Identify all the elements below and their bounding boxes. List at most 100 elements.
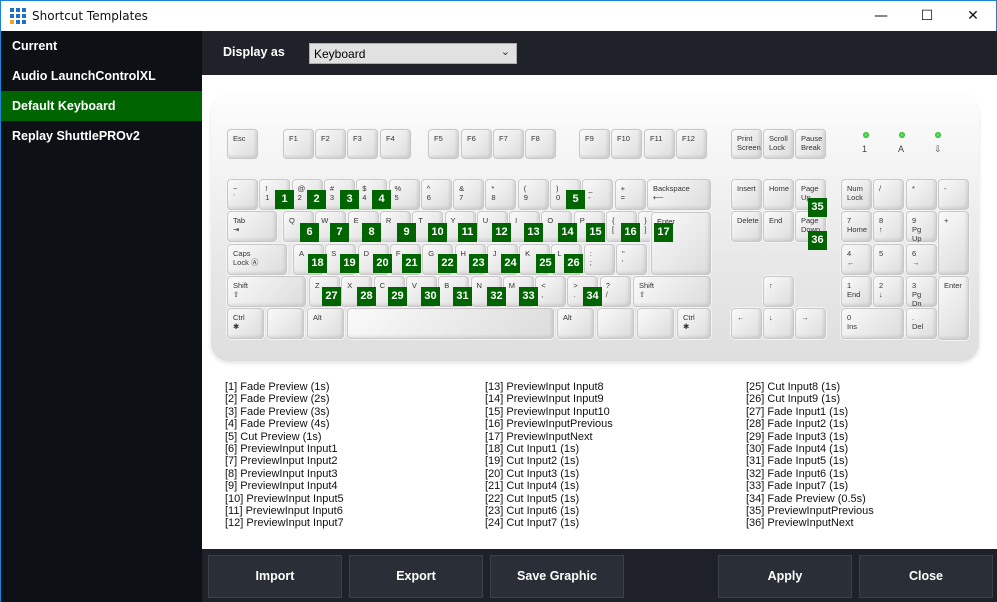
key-insert[interactable]: Insert (731, 179, 762, 210)
key-caps[interactable]: Caps Lock Ⓐ (227, 244, 287, 275)
key-home[interactable]: Home (763, 179, 794, 210)
key-label: ( (523, 184, 527, 193)
key-key[interactable] (637, 308, 674, 339)
key--[interactable]: / (873, 179, 904, 210)
key-label: Lock (769, 143, 785, 152)
key-f11[interactable]: F11 (644, 129, 675, 159)
key-delete[interactable]: Delete (731, 211, 762, 242)
key-9[interactable]: 9 Pg Up (906, 211, 937, 243)
key-f5[interactable]: F5 (428, 129, 459, 159)
key-num[interactable]: Num Lock (841, 179, 872, 210)
key-esc[interactable]: Esc (227, 129, 258, 159)
key-tab[interactable]: Tab ⇥ (227, 211, 277, 242)
key--[interactable]: + (938, 211, 969, 275)
key-print[interactable]: Print Screen (731, 129, 762, 159)
keyboard-graphic: Esc F1 F2 F3 F4 F5 F6 F7 F8 F9 F10 F11 F12 Print Scree… (211, 93, 979, 361)
shortcut-badge: 27 (322, 287, 341, 306)
key--[interactable]: ^ 6 (420, 179, 452, 210)
save-graphic-button[interactable]: Save Graphic (490, 555, 624, 598)
key-key[interactable] (347, 308, 554, 339)
key-scroll[interactable]: Scroll Lock (763, 129, 794, 159)
key-shift[interactable]: Shift ⇧ (227, 276, 306, 307)
key--[interactable]: & 7 (453, 179, 485, 210)
key--[interactable]: ? / (599, 276, 631, 307)
key--[interactable]: * 8 (485, 179, 517, 210)
indicator-icon: ⇩ (934, 144, 942, 154)
key-5[interactable]: 5 (873, 244, 904, 275)
key-ctrl[interactable]: Ctrl ✱ (227, 308, 264, 339)
key-key[interactable] (597, 308, 634, 339)
key--[interactable]: ↑ (763, 276, 794, 307)
import-button[interactable]: Import (208, 555, 342, 598)
key-label: Tab (233, 216, 246, 225)
key-alt[interactable]: Alt (307, 308, 344, 339)
key-end[interactable]: End (763, 211, 794, 242)
indicator-led (863, 132, 869, 138)
shortcut-badge: 15 (586, 223, 605, 242)
key-f10[interactable]: F10 (611, 129, 642, 159)
close-window-button[interactable]: ✕ (950, 1, 996, 31)
display-header: Display as Keyboard ⌄ (202, 31, 997, 75)
key-2[interactable]: 2 ↓ (873, 276, 904, 307)
minimize-button[interactable]: — (858, 1, 904, 31)
key--[interactable]: ~ ` (227, 179, 258, 210)
key-7[interactable]: 7 Home (841, 211, 872, 242)
key-label: % (394, 184, 402, 193)
key-0[interactable]: 0 Ins (841, 308, 904, 339)
key-enter[interactable]: Enter (938, 276, 969, 340)
key--[interactable]: (9 (517, 179, 549, 210)
key-f4[interactable]: F4 (380, 129, 411, 159)
key-label: ✱ (233, 322, 240, 331)
sidebar-item-current[interactable]: Current (1, 31, 202, 61)
key-f8[interactable]: F8 (525, 129, 556, 159)
key-3[interactable]: 3 Pg Dn (906, 276, 937, 308)
key--[interactable]: :; (583, 244, 615, 275)
key--[interactable]: _ - (582, 179, 614, 210)
indicator-led (935, 132, 941, 138)
key-f1[interactable]: F1 (283, 129, 314, 159)
key-f6[interactable]: F6 (461, 129, 492, 159)
key-ctrl[interactable]: Ctrl ✱ (677, 308, 711, 339)
close-button[interactable]: Close (859, 555, 993, 598)
sidebar-item-audio-launchcontrolxl[interactable]: Audio LaunchControlXL (1, 61, 202, 91)
key-key[interactable] (267, 308, 304, 339)
key-label: Shift (233, 281, 249, 290)
key-label: F5 (434, 134, 443, 143)
key-label: End (847, 290, 861, 299)
key--[interactable]: ↓ (763, 308, 794, 339)
key-backspace[interactable]: Backspace ⟵ (647, 179, 711, 210)
legend-item: [23] Cut Input6 (1s) (485, 504, 580, 517)
key-8[interactable]: 8 ↑ (873, 211, 904, 242)
sidebar-item-replay-shuttleprov2[interactable]: Replay ShuttlePROv2 (1, 121, 202, 151)
key--[interactable]: % 5 (388, 179, 420, 210)
key--[interactable]: - (938, 179, 969, 210)
key-f12[interactable]: F12 (676, 129, 707, 159)
key-4[interactable]: 4 ← (841, 244, 872, 275)
key-f3[interactable]: F3 (347, 129, 378, 159)
apply-button[interactable]: Apply (718, 555, 852, 598)
key-enter[interactable]: Enter↵ (651, 212, 711, 275)
key--[interactable]: ← (731, 308, 762, 339)
key-6[interactable]: 6 → (906, 244, 937, 275)
key-label: & (459, 184, 465, 193)
key-shift[interactable]: Shift ⇧ (633, 276, 711, 307)
key--[interactable]: <, (535, 276, 567, 307)
key--[interactable]: " ' (616, 244, 647, 275)
export-button[interactable]: Export (349, 555, 483, 598)
key-1[interactable]: 1 End (841, 276, 872, 307)
key--[interactable]: * (906, 179, 937, 210)
maximize-button[interactable]: ☐ (904, 1, 950, 31)
footer-bar: Import Export Save Graphic Apply Close (202, 549, 997, 602)
display-as-select[interactable]: Keyboard ⌄ (309, 43, 517, 64)
legend-item: [7] PreviewInput Input2 (225, 455, 338, 468)
key-f2[interactable]: F2 (315, 129, 346, 159)
key-label: Pg Dn (912, 290, 922, 308)
key-alt[interactable]: Alt (557, 308, 594, 339)
key-f7[interactable]: F7 (493, 129, 524, 159)
key--[interactable]: + = (614, 179, 646, 210)
key--[interactable]: . Del (906, 308, 937, 339)
key--[interactable]: → (795, 308, 826, 339)
key-f9[interactable]: F9 (579, 129, 610, 159)
key-pause[interactable]: Pause Break (795, 129, 826, 159)
sidebar-item-default-keyboard[interactable]: Default Keyboard (1, 91, 202, 121)
